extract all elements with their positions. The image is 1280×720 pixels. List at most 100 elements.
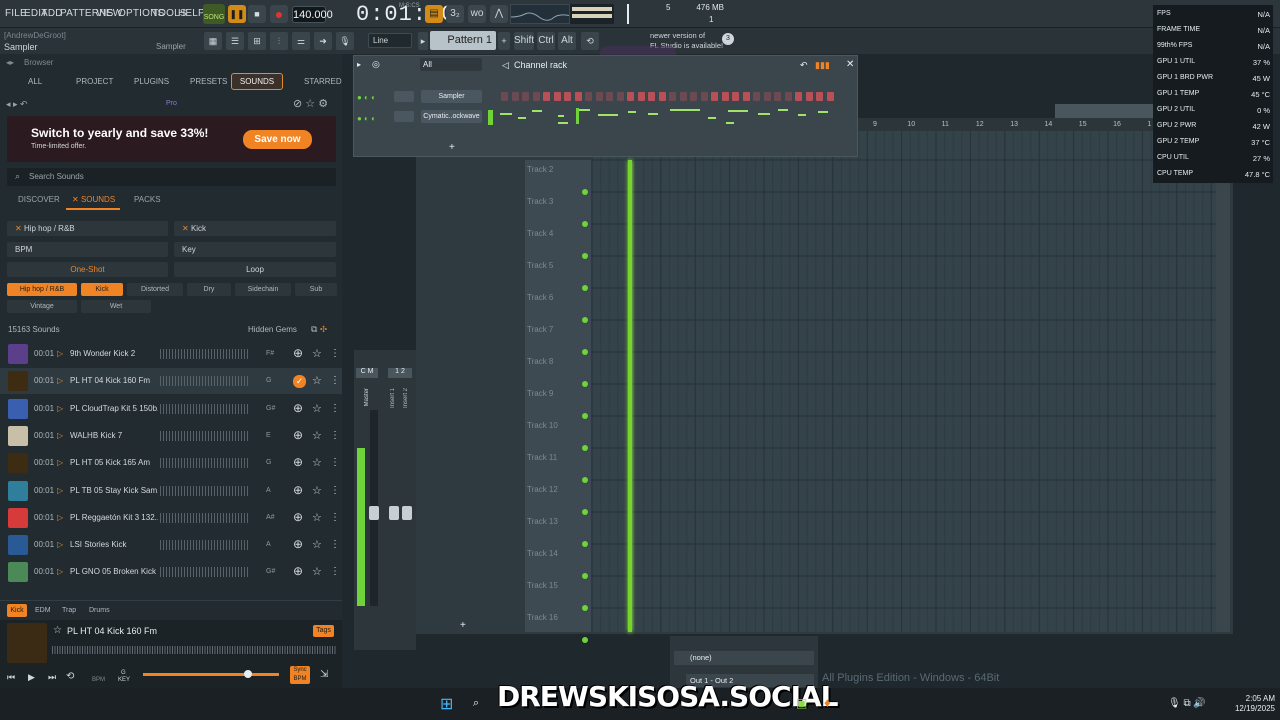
- sound-row[interactable]: 00:01 ▷ WALHB Kick 7 E ⊕ ☆ ⋮: [0, 423, 342, 449]
- arrow-right-icon[interactable]: ➜: [314, 32, 332, 50]
- tab-starred[interactable]: STARRED: [304, 77, 342, 86]
- sound-name[interactable]: PL GNO 05 Broken Kick ...: [70, 567, 158, 576]
- track-label[interactable]: Track 15: [527, 581, 558, 590]
- chip-vintage[interactable]: Vintage: [7, 300, 77, 313]
- prev-icon[interactable]: ⏮: [7, 672, 15, 683]
- sound-name[interactable]: WALHB Kick 7: [70, 431, 158, 440]
- track-led-icon[interactable]: [582, 573, 588, 579]
- countdown-icon[interactable]: ⋀: [490, 5, 508, 23]
- step-button[interactable]: [616, 92, 624, 101]
- track-label[interactable]: Track 3: [527, 197, 553, 206]
- step-edit-icon[interactable]: 3₂: [446, 5, 464, 23]
- shuffle-icon[interactable]: ⧉ ✣: [311, 324, 327, 335]
- track-led-icon[interactable]: [582, 221, 588, 227]
- bpm-filter[interactable]: BPM: [7, 242, 168, 257]
- chip-sub[interactable]: Sub: [295, 283, 337, 296]
- play-icon[interactable]: ▷: [57, 376, 63, 385]
- step-button[interactable]: [763, 92, 771, 101]
- mixer-track-select[interactable]: [394, 91, 414, 102]
- step-button[interactable]: [679, 92, 687, 101]
- track-label[interactable]: Track 12: [527, 485, 558, 494]
- sound-row[interactable]: 00:01 ▷ PL HT 05 Kick 165 Am G ⊕ ☆ ⋮: [0, 450, 342, 476]
- pattern-selector[interactable]: Pattern 1: [430, 31, 496, 50]
- track-led-icon[interactable]: [582, 349, 588, 355]
- sound-row[interactable]: 00:01 ▷ PL Reggaetón Kit 3 132... A# ⊕ ☆…: [0, 505, 342, 531]
- sound-row[interactable]: 00:01 ▷ LSI Stories Kick A ⊕ ☆ ⋮: [0, 532, 342, 558]
- play-button[interactable]: ❚❚: [228, 5, 246, 23]
- playhead[interactable]: [628, 160, 632, 632]
- add-icon[interactable]: ⊕: [293, 455, 303, 469]
- step-button[interactable]: [658, 92, 666, 101]
- sound-name[interactable]: PL HT 04 Kick 160 Fm: [70, 376, 158, 385]
- step-button[interactable]: [553, 92, 561, 101]
- play-icon[interactable]: ▷: [57, 349, 63, 358]
- step-button[interactable]: [511, 92, 519, 101]
- play-icon[interactable]: ▷: [57, 540, 63, 549]
- step-button[interactable]: [564, 92, 571, 101]
- more-icon[interactable]: ⋮: [330, 403, 340, 414]
- step-button[interactable]: [805, 92, 813, 101]
- type-filter[interactable]: ✕ Kick: [174, 221, 336, 236]
- step-button[interactable]: [795, 92, 802, 101]
- track-label[interactable]: Track 8: [527, 357, 553, 366]
- play-icon[interactable]: ▷: [57, 486, 63, 495]
- undo-icon[interactable]: ↶: [800, 60, 808, 71]
- star-icon[interactable]: ☆: [312, 538, 322, 551]
- play-icon[interactable]: ▷: [57, 567, 63, 576]
- track-led-icon[interactable]: [582, 445, 588, 451]
- play-icon[interactable]: ▷: [57, 431, 63, 440]
- star-icon[interactable]: ☆: [312, 429, 322, 442]
- star-icon[interactable]: ☆: [312, 456, 322, 469]
- step-button[interactable]: [700, 92, 708, 101]
- system-clock[interactable]: 2:05 AM 12/19/2025: [1225, 694, 1275, 714]
- step-button[interactable]: [774, 92, 781, 101]
- song-mode-toggle[interactable]: SONG: [203, 4, 225, 24]
- track-led-icon[interactable]: [582, 413, 588, 419]
- hidden-gems-sort[interactable]: Hidden Gems: [248, 325, 297, 334]
- windows-start-icon[interactable]: ⊞: [440, 694, 453, 714]
- channel-led-icon[interactable]: ● ◐ ◐: [357, 114, 376, 123]
- chip-kick[interactable]: Kick: [81, 283, 123, 296]
- nav-arrows-icon[interactable]: ◂ ▸ ↶: [6, 99, 28, 110]
- microphone-icon[interactable]: 🎙: [336, 32, 354, 50]
- wait-input-icon[interactable]: wo: [468, 5, 486, 23]
- step-button[interactable]: [627, 92, 634, 101]
- piano-roll-icon[interactable]: ☰: [226, 32, 244, 50]
- sound-row[interactable]: 00:01 ▷ PL CloudTrap Kit 5 150b... G# ⊕ …: [0, 396, 342, 422]
- sound-name[interactable]: LSI Stories Kick: [70, 540, 158, 549]
- add-icon[interactable]: ⊕: [293, 428, 303, 442]
- channel-selected-indicator[interactable]: [488, 110, 493, 125]
- tags-button[interactable]: Tags: [313, 625, 334, 637]
- step-button[interactable]: [606, 92, 613, 101]
- chip-sidechain[interactable]: Sidechain: [235, 283, 291, 296]
- track-led-icon[interactable]: [582, 285, 588, 291]
- subtab-sounds[interactable]: ✕ SOUNDS: [72, 195, 115, 204]
- track-label[interactable]: Track 5: [527, 261, 553, 270]
- sound-name[interactable]: PL HT 05 Kick 165 Am: [70, 458, 158, 467]
- track-led-icon[interactable]: [582, 317, 588, 323]
- add-icon[interactable]: ⊕: [293, 564, 303, 578]
- taskbar-search-icon[interactable]: ⌕: [473, 697, 479, 710]
- tag-edm[interactable]: EDM: [35, 607, 51, 614]
- sound-name[interactable]: 9th Wonder Kick 2: [70, 349, 158, 358]
- track-label[interactable]: Track 7: [527, 325, 553, 334]
- track-label[interactable]: Track 6: [527, 293, 553, 302]
- track-led-icon[interactable]: [582, 509, 588, 515]
- track-label[interactable]: Track 4: [527, 229, 553, 238]
- track-label[interactable]: Track 13: [527, 517, 558, 526]
- close-icon[interactable]: ✕: [846, 59, 854, 70]
- volume-slider[interactable]: [143, 673, 279, 676]
- tab-project[interactable]: PROJECT: [76, 77, 113, 86]
- track-label[interactable]: Track 2: [527, 165, 553, 174]
- step-button[interactable]: [648, 92, 655, 101]
- step-button[interactable]: [595, 92, 603, 101]
- genre-filter[interactable]: ✕ Hip hop / R&B: [7, 221, 168, 236]
- master-fader[interactable]: [369, 506, 379, 520]
- tab-all[interactable]: ALL: [28, 77, 42, 86]
- tray-icons[interactable]: 🎙 ⧉ 🔊: [1168, 698, 1206, 709]
- step-button[interactable]: [532, 92, 540, 101]
- track-led-icon[interactable]: [582, 477, 588, 483]
- tag-drums[interactable]: Drums: [89, 607, 110, 614]
- insert1-fader[interactable]: [389, 506, 399, 520]
- fl-studio-taskbar-icon[interactable]: ♦: [824, 695, 831, 710]
